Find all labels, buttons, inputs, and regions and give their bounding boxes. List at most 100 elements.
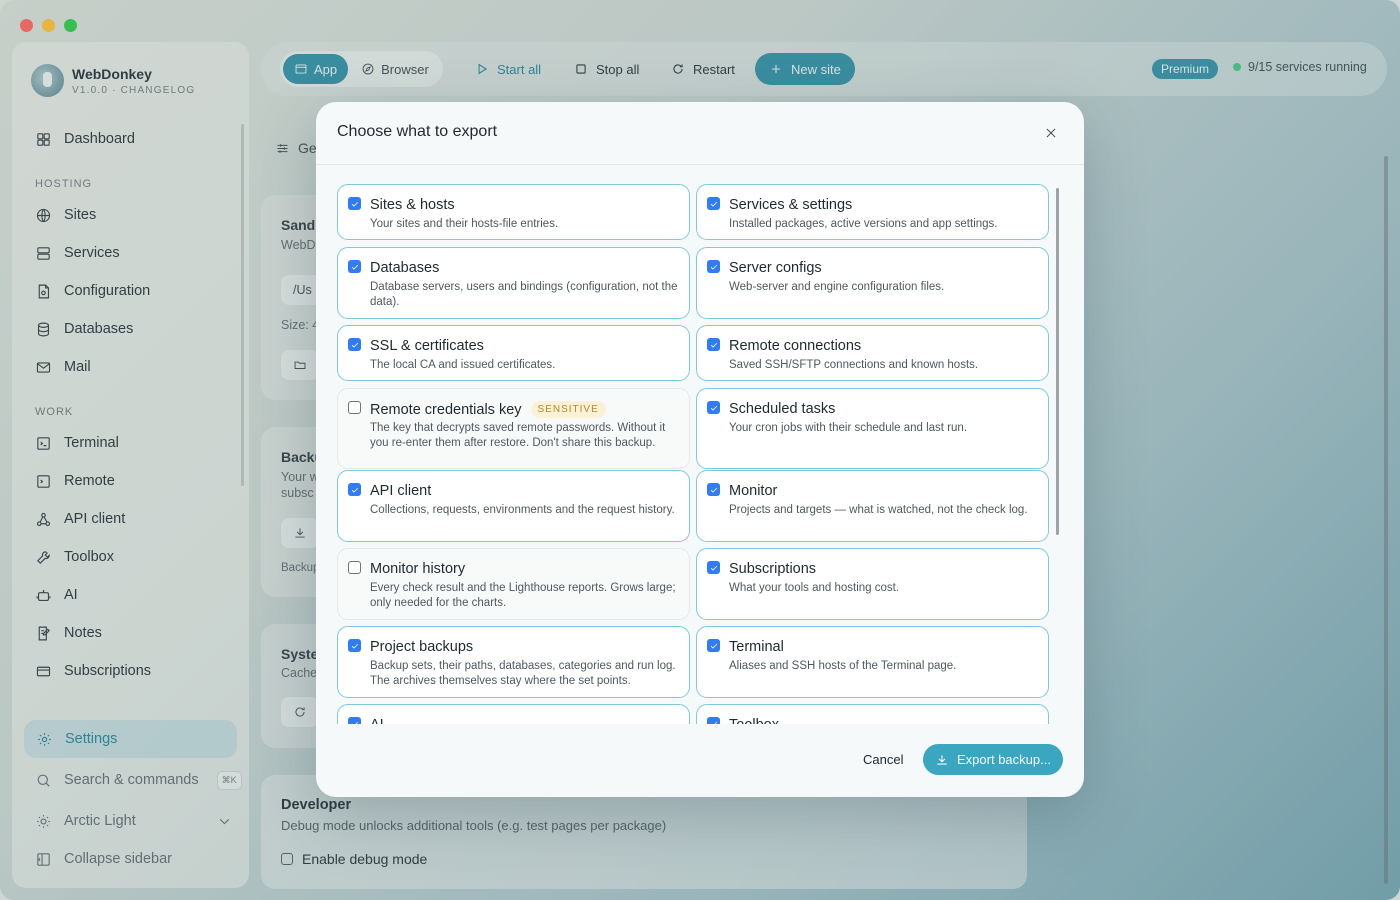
checkmark-icon — [710, 405, 717, 411]
option-title-row: API client — [370, 483, 431, 499]
option-description: Aliases and SSH hosts of the Terminal pa… — [729, 660, 957, 672]
export-option[interactable]: Scheduled tasks Your cron jobs with their… — [696, 388, 1049, 469]
option-title: Project backups — [370, 639, 474, 655]
option-title: Scheduled tasks — [729, 401, 836, 417]
export-option[interactable]: Remote credentials key SENSITIVE The key t… — [337, 388, 690, 469]
checkmark-icon — [351, 201, 358, 207]
option-checkbox[interactable] — [707, 483, 720, 496]
option-description: Saved SSH/SFTP connections and known hos… — [729, 359, 979, 371]
option-description: Every check result and the Lighthouse re… — [370, 582, 676, 609]
option-title-row: Monitor history — [370, 561, 465, 577]
option-checkbox[interactable] — [707, 338, 720, 351]
option-checkbox[interactable] — [707, 260, 720, 273]
export-option[interactable]: Databases Database servers, users and bin… — [337, 247, 690, 319]
option-description: Collections, requests, environments and … — [370, 504, 675, 516]
checkmark-icon — [351, 487, 358, 493]
option-description: Database servers, users and bindings (co… — [370, 281, 678, 308]
checkmark-icon — [710, 565, 717, 571]
checkmark-icon — [710, 643, 717, 649]
option-checkbox[interactable] — [348, 401, 361, 414]
export-options-list[interactable]: Sites & hosts Your sites and their hosts-… — [337, 184, 1049, 724]
option-title-row: Toolbox — [729, 717, 779, 724]
export-option[interactable]: Project backups Backup sets, their paths,… — [337, 626, 690, 698]
export-backup-button[interactable]: Export backup... — [923, 744, 1063, 775]
export-option[interactable]: Terminal Aliases and SSH hosts of the Ter… — [696, 626, 1049, 698]
option-title-row: AI — [370, 717, 384, 724]
checkmark-icon — [710, 342, 717, 348]
export-option[interactable]: Sites & hosts Your sites and their hosts-… — [337, 184, 690, 240]
dialog-title: Choose what to export — [337, 123, 498, 140]
option-title: Services & settings — [729, 197, 853, 213]
option-description: Installed packages, active versions and … — [729, 218, 998, 230]
export-option[interactable]: SSL & certificates The local CA and issue… — [337, 325, 690, 381]
option-title-row: Project backups — [370, 639, 473, 655]
option-description: The local CA and issued certificates. — [370, 359, 556, 371]
option-description: Projects and targets — what is watched, … — [729, 504, 1028, 516]
sensitive-badge: SENSITIVE — [530, 401, 606, 418]
options-scrollbar[interactable] — [1056, 188, 1059, 535]
export-option[interactable]: Monitor history Every check result and th… — [337, 548, 690, 620]
export-option[interactable]: Toolbox — [696, 704, 1049, 724]
option-title: Databases — [370, 260, 440, 276]
cancel-button[interactable]: Cancel — [863, 752, 903, 767]
option-checkbox[interactable] — [348, 483, 361, 496]
option-title-row: Remote credentials key SENSITIVE — [370, 401, 606, 418]
checkmark-icon — [351, 342, 358, 348]
option-checkbox[interactable] — [348, 561, 361, 574]
option-title: Monitor — [729, 483, 778, 499]
option-title: Monitor history — [370, 561, 466, 577]
option-checkbox[interactable] — [348, 639, 361, 652]
option-title-row: Server configs — [729, 260, 822, 276]
option-title-row: SSL & certificates — [370, 338, 484, 354]
option-checkbox[interactable] — [707, 401, 720, 414]
option-title: Remote credentials key — [370, 401, 522, 418]
option-title: Remote connections — [729, 338, 862, 354]
option-checkbox[interactable] — [707, 197, 720, 210]
option-checkbox[interactable] — [348, 717, 361, 724]
dialog-divider — [316, 164, 1084, 165]
option-title-row: Databases — [370, 260, 439, 276]
option-checkbox[interactable] — [348, 260, 361, 273]
option-checkbox[interactable] — [707, 717, 720, 724]
download-icon — [937, 754, 947, 765]
option-title: API client — [370, 483, 432, 499]
option-title: Server configs — [729, 260, 822, 276]
option-title: Toolbox — [729, 717, 779, 724]
option-title-row: Sites & hosts — [370, 197, 455, 213]
export-option[interactable]: Monitor Projects and targets — what is wa… — [696, 470, 1049, 542]
checkmark-icon — [351, 264, 358, 270]
checkmark-icon — [710, 264, 717, 270]
option-title: AI — [370, 717, 384, 724]
option-checkbox[interactable] — [348, 338, 361, 351]
close-dialog-button[interactable] — [1044, 126, 1058, 140]
checkmark-icon — [710, 721, 717, 724]
option-title-row: Remote connections — [729, 338, 861, 354]
option-title-row: Services & settings — [729, 197, 852, 213]
checkmark-icon — [710, 487, 717, 493]
export-option[interactable]: Remote connections Saved SSH/SFTP connect… — [696, 325, 1049, 381]
option-title-row: Scheduled tasks — [729, 401, 835, 417]
option-title-row: Monitor — [729, 483, 777, 499]
option-description: Web-server and engine configuration file… — [729, 281, 945, 293]
option-checkbox[interactable] — [707, 561, 720, 574]
option-checkbox[interactable] — [348, 197, 361, 210]
export-option[interactable]: API client Collections, requests, environ… — [337, 470, 690, 542]
option-title: Terminal — [729, 639, 784, 655]
checkmark-icon — [351, 721, 358, 724]
checkmark-icon — [710, 201, 717, 207]
export-option[interactable]: AI — [337, 704, 690, 724]
option-description: Your cron jobs with their schedule and l… — [729, 422, 968, 434]
option-title: Subscriptions — [729, 561, 817, 577]
option-title: SSL & certificates — [370, 338, 484, 354]
option-description: Your sites and their hosts-file entries. — [370, 218, 559, 230]
option-checkbox[interactable] — [707, 639, 720, 652]
option-description: Backup sets, their paths, databases, cat… — [370, 660, 676, 687]
export-option[interactable]: Services & settings Installed packages, a… — [696, 184, 1049, 240]
close-icon — [1046, 128, 1056, 138]
option-title-row: Subscriptions — [729, 561, 816, 577]
option-title-row: Terminal — [729, 639, 784, 655]
option-title: Sites & hosts — [370, 197, 455, 213]
export-option[interactable]: Server configs Web-server and engine conf… — [696, 247, 1049, 319]
export-option[interactable]: Subscriptions What your tools and hosting… — [696, 548, 1049, 620]
app-window: WebDonkey V1.0.0 · CHANGELOG Dashboard H… — [0, 0, 1400, 900]
